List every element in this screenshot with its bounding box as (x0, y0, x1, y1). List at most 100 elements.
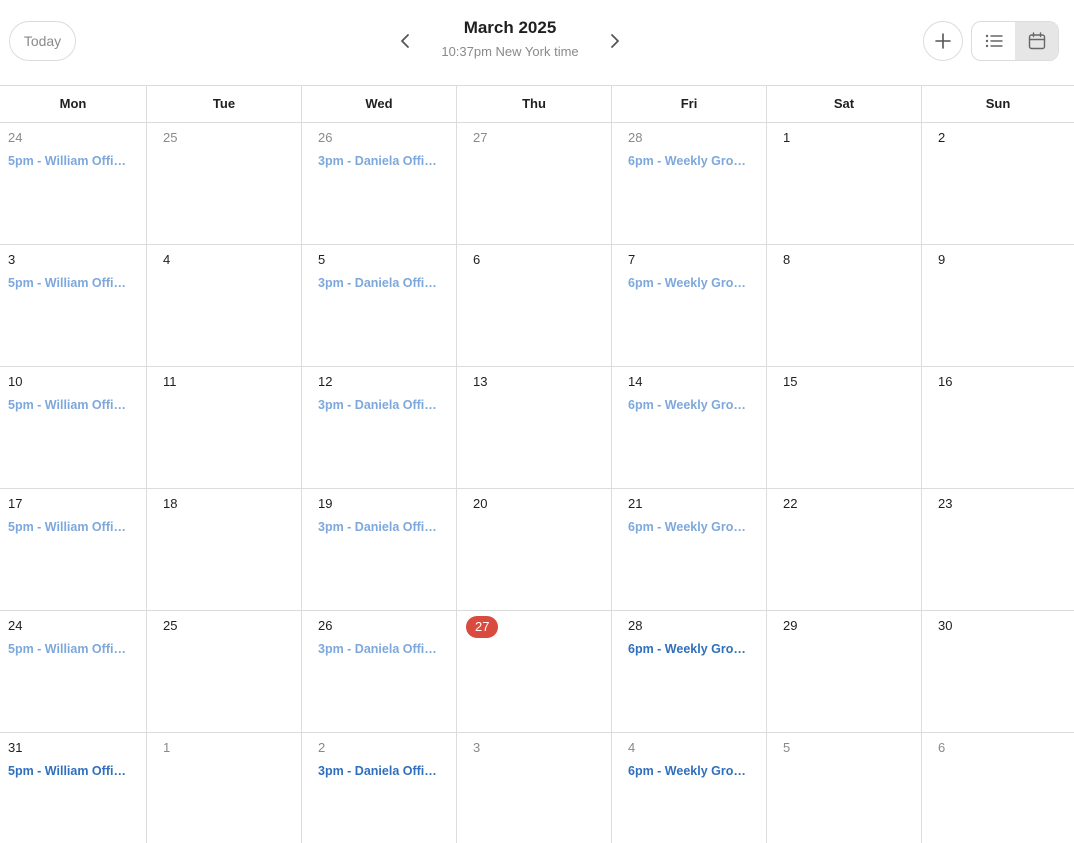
day-cell[interactable]: 9 (922, 245, 1074, 366)
day-cell[interactable]: 22 (767, 489, 922, 610)
day-cell[interactable]: 15 (767, 367, 922, 488)
day-cell[interactable]: 7 6pm - Weekly Group Session (612, 245, 767, 366)
day-cell[interactable]: 1 (147, 733, 302, 843)
day-number: 19 (318, 496, 333, 511)
day-cell[interactable]: 19 3pm - Daniela Office Hours (302, 489, 457, 610)
day-number: 5 (783, 740, 791, 755)
day-number: 2 (938, 130, 946, 145)
calendar-icon (1028, 32, 1045, 50)
day-cell[interactable]: 2 3pm - Daniela Office Hours (302, 733, 457, 843)
day-cell[interactable]: 24 5pm - William Office Hours (0, 123, 147, 244)
day-number: 20 (473, 496, 488, 511)
day-cell[interactable]: 26 3pm - Daniela Office Hours (302, 611, 457, 732)
day-cell[interactable]: 6 (457, 245, 612, 366)
event-item[interactable]: 6pm - Weekly Group Session (628, 763, 752, 779)
event-item[interactable]: 5pm - William Office Hours (8, 397, 132, 413)
list-view-button[interactable] (972, 22, 1015, 60)
day-cell[interactable]: 14 6pm - Weekly Group Session (612, 367, 767, 488)
day-number: 27 (473, 130, 488, 145)
day-cell[interactable]: 24 5pm - William Office Hours (0, 611, 147, 732)
day-cell[interactable]: 3 5pm - William Office Hours (0, 245, 147, 366)
event-item[interactable]: 5pm - William Office Hours (8, 641, 132, 657)
day-cell[interactable]: 4 6pm - Weekly Group Session (612, 733, 767, 843)
day-cell[interactable]: 6 (922, 733, 1074, 843)
event-item[interactable]: 3pm - Daniela Office Hours (318, 519, 442, 535)
event-item[interactable]: 5pm - William Office Hours (8, 763, 132, 779)
day-cell[interactable]: 23 (922, 489, 1074, 610)
day-cell[interactable]: 5 (767, 733, 922, 843)
event-item[interactable]: 3pm - Daniela Office Hours (318, 275, 442, 291)
day-cell[interactable]: 17 5pm - William Office Hours (0, 489, 147, 610)
day-number: 5 (318, 252, 326, 267)
plus-icon (935, 33, 951, 49)
list-icon (985, 34, 1003, 48)
weekday-thu: Thu (457, 86, 612, 122)
day-cell[interactable]: 4 (147, 245, 302, 366)
day-cell[interactable]: 30 (922, 611, 1074, 732)
event-item[interactable]: 6pm - Weekly Group Session (628, 275, 752, 291)
event-item[interactable]: 6pm - Weekly Group Session (628, 641, 752, 657)
day-number: 15 (783, 374, 798, 389)
day-cell[interactable]: 5 3pm - Daniela Office Hours (302, 245, 457, 366)
day-cell[interactable]: 18 (147, 489, 302, 610)
today-button[interactable]: Today (9, 21, 76, 61)
event-item[interactable]: 5pm - William Office Hours (8, 275, 132, 291)
day-number: 9 (938, 252, 946, 267)
day-number: 7 (628, 252, 636, 267)
day-number: 16 (938, 374, 953, 389)
day-number: 4 (163, 252, 171, 267)
day-number: 29 (783, 618, 798, 633)
day-cell[interactable]: 1 (767, 123, 922, 244)
add-event-button[interactable] (923, 21, 963, 61)
day-cell[interactable]: 27 (457, 123, 612, 244)
day-number: 23 (938, 496, 953, 511)
day-number: 11 (163, 374, 177, 389)
view-toggle (971, 21, 1059, 61)
day-cell[interactable]: 28 6pm - Weekly Group Session (612, 611, 767, 732)
day-cell[interactable]: 26 3pm - Daniela Office Hours (302, 123, 457, 244)
weekday-sun: Sun (985, 96, 1011, 111)
day-number: 26 (318, 130, 333, 145)
day-cell[interactable]: 28 6pm - Weekly Group Session (612, 123, 767, 244)
event-item[interactable]: 3pm - Daniela Office Hours (318, 397, 442, 413)
day-cell[interactable]: 29 (767, 611, 922, 732)
day-number: 12 (318, 374, 333, 389)
day-cell[interactable]: 21 6pm - Weekly Group Session (612, 489, 767, 610)
month-view-button[interactable] (1015, 22, 1058, 60)
event-item[interactable]: 6pm - Weekly Group Session (628, 397, 752, 413)
day-number: 30 (938, 618, 953, 633)
day-cell[interactable]: 16 (922, 367, 1074, 488)
day-cell[interactable]: 25 (147, 123, 302, 244)
day-cell[interactable]: 25 (147, 611, 302, 732)
day-cell[interactable]: 3 (457, 733, 612, 843)
day-cell[interactable]: 2 (922, 123, 1074, 244)
week-row: 31 5pm - William Office Hours 1 2 3pm - Dani… (0, 733, 1074, 843)
timezone-text: 10:37pm New York time (441, 44, 579, 59)
month-grid: Mon Tue Wed Thu Fri Sat Sun 24 5pm - William Of… (0, 85, 1074, 843)
day-cell[interactable]: 8 (767, 245, 922, 366)
day-number: 10 (8, 374, 23, 389)
event-item[interactable]: 5pm - William Office Hours (8, 519, 132, 535)
day-cell[interactable]: 12 3pm - Daniela Office Hours (302, 367, 457, 488)
event-item[interactable]: 3pm - Daniela Office Hours (318, 153, 442, 169)
event-item[interactable]: 6pm - Weekly Group Session (628, 153, 752, 169)
chevron-right-icon (611, 34, 619, 48)
day-number: 28 (628, 618, 643, 633)
event-item[interactable]: 5pm - William Office Hours (8, 153, 132, 169)
day-cell[interactable]: 31 5pm - William Office Hours (0, 733, 147, 843)
event-item[interactable]: 3pm - Daniela Office Hours (318, 763, 442, 779)
day-number: 1 (783, 130, 791, 145)
event-item[interactable]: 6pm - Weekly Group Session (628, 519, 752, 535)
day-number: 26 (318, 618, 333, 633)
day-cell[interactable]: 20 (457, 489, 612, 610)
event-item[interactable]: 3pm - Daniela Office Hours (318, 641, 442, 657)
day-cell[interactable]: 13 (457, 367, 612, 488)
week-row: 17 5pm - William Office Hours 18 19 3pm - Da… (0, 489, 1074, 611)
day-number: 1 (163, 740, 171, 755)
day-cell-today[interactable]: 27 (457, 611, 612, 732)
day-number: 31 (8, 740, 23, 755)
day-cell[interactable]: 11 (147, 367, 302, 488)
next-month-button[interactable] (605, 30, 625, 52)
week-row: 10 5pm - William Office Hours 11 12 3pm - Da… (0, 367, 1074, 489)
day-cell[interactable]: 10 5pm - William Office Hours (0, 367, 147, 488)
